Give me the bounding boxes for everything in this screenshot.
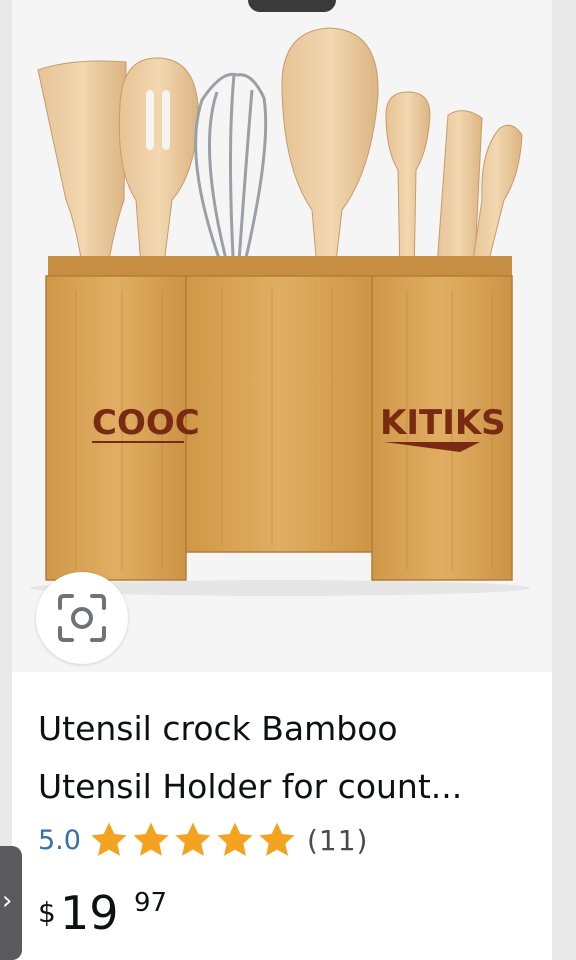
star-icon	[91, 822, 127, 856]
product-title[interactable]: Utensil crock Bamboo Utensil Holder for …	[38, 700, 538, 816]
product-photo: COOC KITIKS	[30, 27, 530, 596]
review-count: (11)	[306, 823, 369, 857]
side-back-tab[interactable]: ›	[0, 846, 22, 960]
svg-text:KITIKS: KITIKS	[380, 403, 506, 443]
star-rating	[89, 820, 297, 860]
chevron-right-icon: ›	[2, 886, 13, 916]
camera-notch	[248, 0, 336, 12]
star-icon	[217, 822, 253, 856]
star-icon	[259, 822, 295, 856]
price-currency: $	[38, 896, 56, 929]
product-title-line1: Utensil crock Bamboo	[38, 709, 398, 748]
visual-search-button[interactable]	[36, 572, 128, 664]
star-icon	[175, 822, 211, 856]
price-whole: 19	[60, 886, 119, 940]
rating-value: 5.0	[38, 824, 81, 856]
rating-row[interactable]: 5.0 (11)	[38, 818, 368, 862]
camera-lens-icon	[58, 594, 106, 642]
star-icon	[133, 822, 169, 856]
price-fraction: 97	[134, 888, 168, 918]
product-title-line2: Utensil Holder for count...	[38, 767, 463, 806]
svg-text:COOC: COOC	[92, 403, 200, 443]
product-image[interactable]: COOC KITIKS	[12, 0, 552, 672]
